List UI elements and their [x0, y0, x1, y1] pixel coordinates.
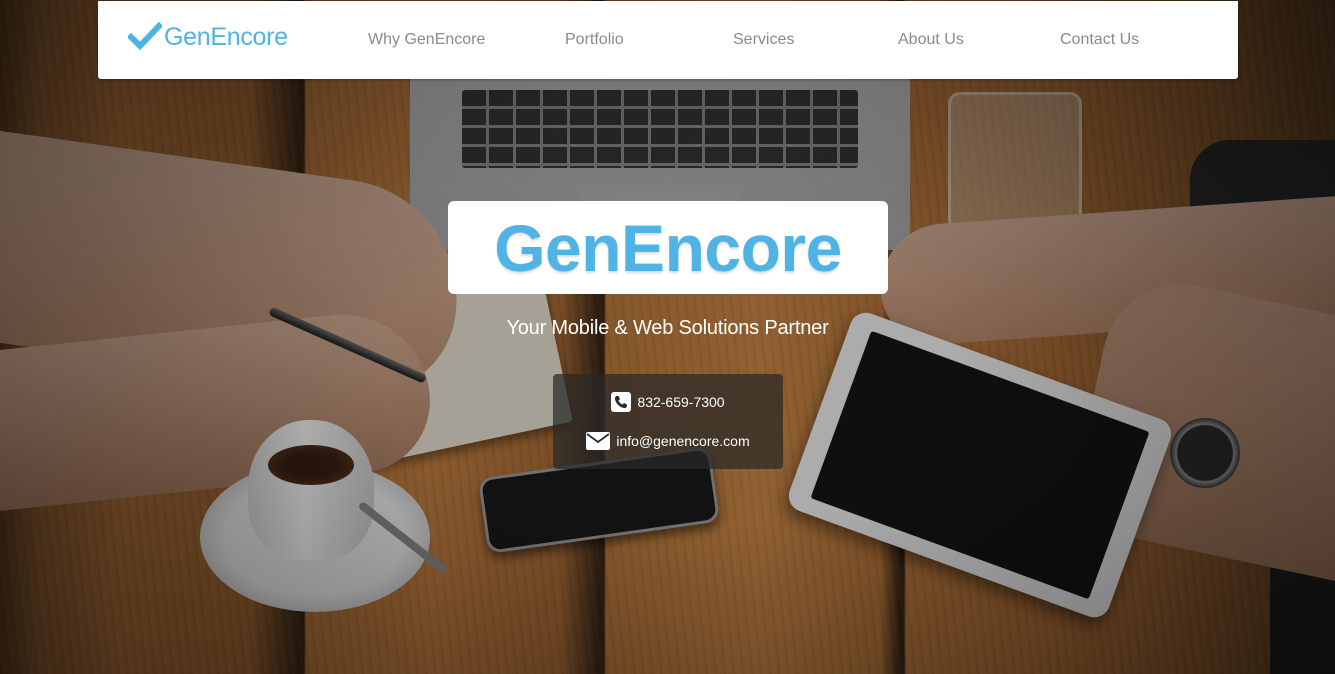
checkmark-icon: [128, 21, 162, 51]
contact-phone-row[interactable]: 832-659-7300: [553, 392, 783, 412]
hero-tagline: Your Mobile & Web Solutions Partner: [506, 317, 829, 339]
contact-email-row[interactable]: info@genencore.com: [553, 432, 783, 450]
contact-email-address: info@genencore.com: [616, 433, 750, 449]
nav-contact-us[interactable]: Contact Us: [1060, 31, 1139, 49]
envelope-icon: [586, 432, 611, 450]
navbar: GenEncore Why GenEncore Portfolio Servic…: [98, 1, 1238, 79]
phone-icon: [611, 392, 632, 412]
hero-title-box: GenEncore: [448, 201, 888, 294]
hero-title: GenEncore: [494, 210, 842, 285]
brand-logo-link[interactable]: GenEncore: [128, 19, 288, 55]
hero-section: GenEncore Why GenEncore Portfolio Servic…: [0, 0, 1335, 674]
nav-why-genencore[interactable]: Why GenEncore: [368, 31, 485, 49]
contact-phone-number: 832-659-7300: [637, 394, 725, 410]
nav-about-us[interactable]: About Us: [898, 31, 964, 49]
contact-box: 832-659-7300 info@genencore.com: [553, 374, 783, 469]
nav-portfolio[interactable]: Portfolio: [565, 31, 624, 49]
nav-services[interactable]: Services: [733, 31, 794, 49]
brand-name: GenEncore: [164, 22, 288, 51]
